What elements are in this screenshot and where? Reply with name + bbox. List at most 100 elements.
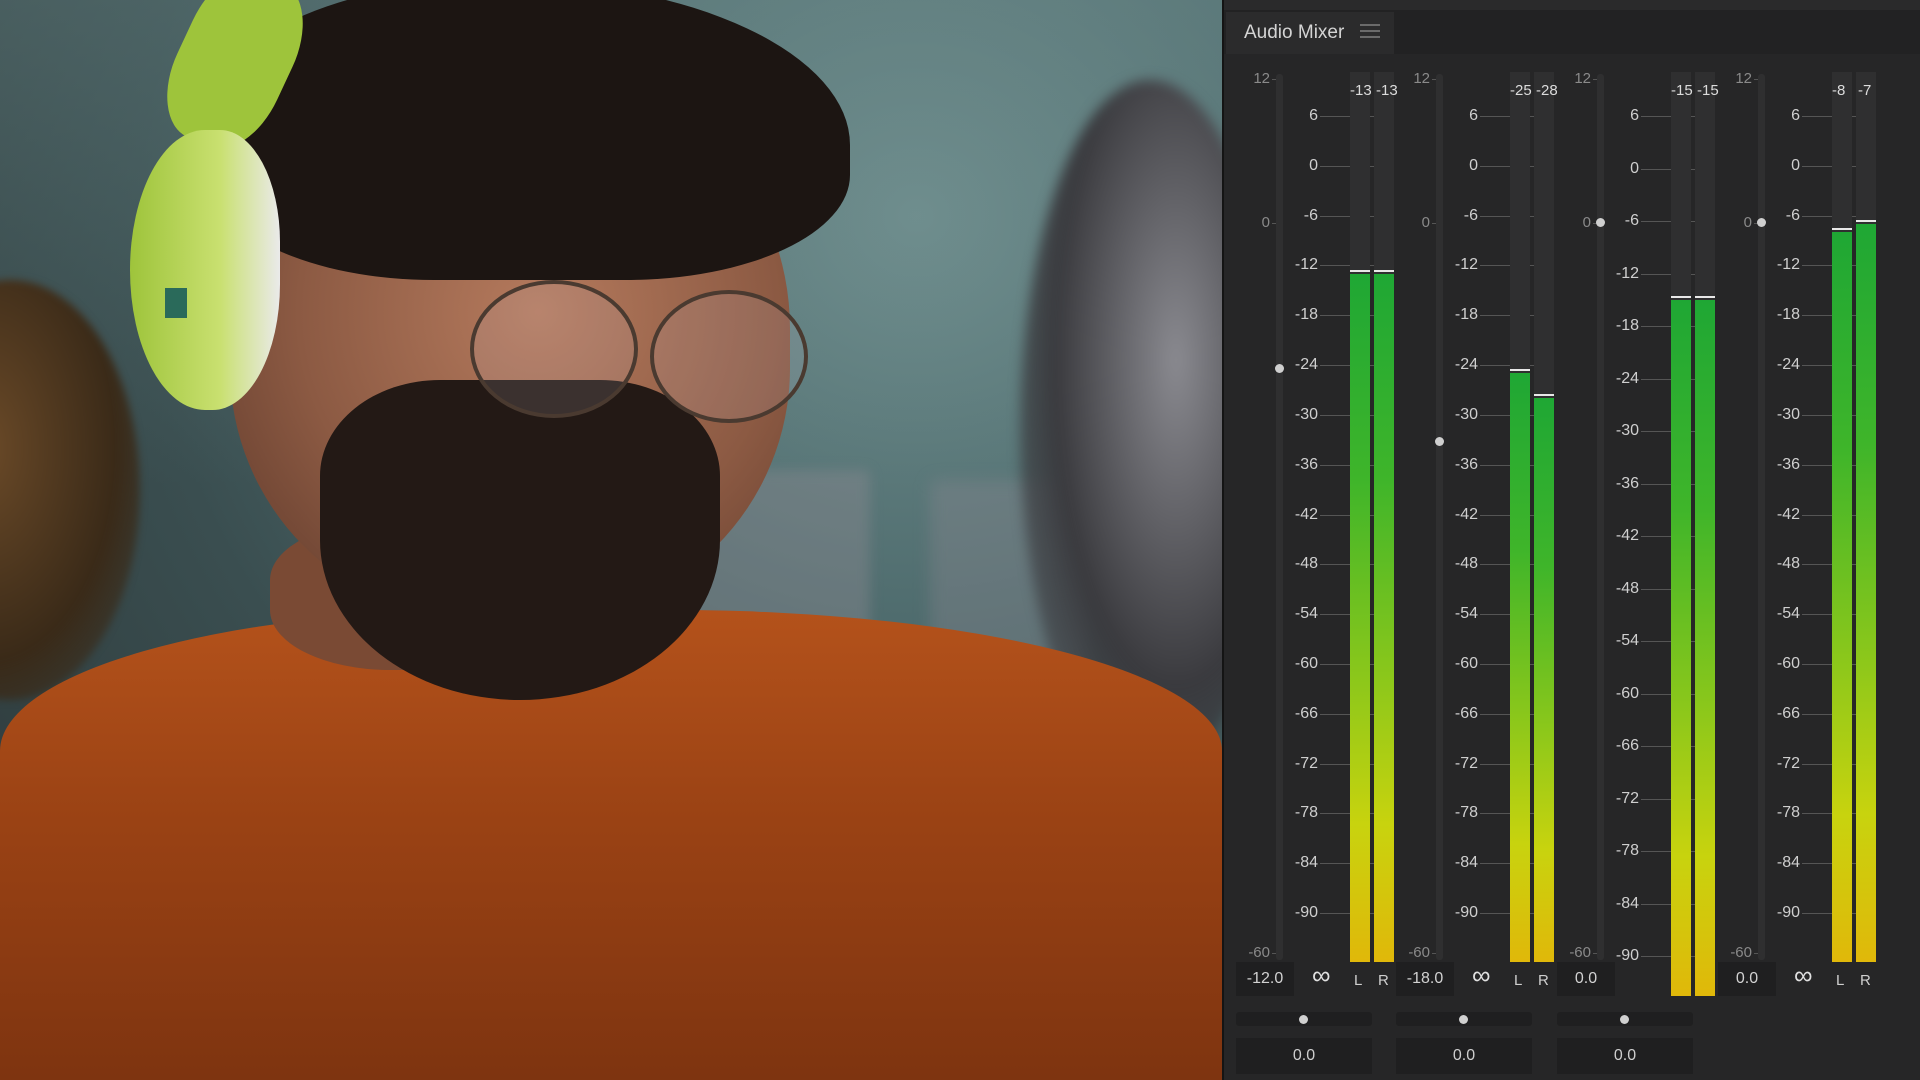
meter-scale-label: -24 [1776, 356, 1800, 374]
meter-scale-label: -42 [1776, 505, 1800, 523]
volume-fader-handle[interactable] [1596, 218, 1605, 227]
channel-label-l: L [1514, 972, 1523, 989]
pan-slider-handle[interactable] [1620, 1015, 1629, 1024]
meter-scale-label: 6 [1309, 107, 1318, 124]
meter-scale-label: -54 [1454, 605, 1478, 623]
glasses-lens [470, 280, 638, 418]
panel-title: Audio Mixer [1244, 22, 1345, 43]
meter-scale-label: -12 [1615, 264, 1639, 282]
meter-scale-label: -18 [1615, 317, 1639, 334]
meter-scale-label: -60 [1615, 684, 1639, 702]
meter-scale-label: -6 [1463, 206, 1478, 224]
meter-scale-label: -54 [1294, 605, 1318, 623]
meter-scale-label: -78 [1454, 804, 1478, 822]
meter-scale-label: -90 [1454, 904, 1478, 921]
peak-hold-line-l [1832, 228, 1852, 231]
meter-scale-label: -6 [1303, 206, 1318, 224]
level-meter-fill-l [1350, 273, 1370, 962]
meter-scale-label: -60 [1294, 654, 1318, 672]
meter-scale-label: 6 [1630, 107, 1639, 124]
headphone-cup [130, 130, 280, 410]
peak-hold-line-r [1856, 219, 1876, 222]
volume-fader-track[interactable] [1597, 74, 1604, 960]
channel-label-r: R [1378, 972, 1389, 989]
fader-scale-label: 12 [1574, 70, 1591, 87]
infinity-icon: ∞ [1312, 960, 1331, 990]
peak-hold-line-l [1350, 269, 1370, 272]
fader-scale-label: 0 [1261, 214, 1270, 231]
level-meter-fill-r [1534, 398, 1554, 962]
meter-scale-label: -72 [1294, 754, 1318, 772]
peak-hold-line-l [1671, 295, 1691, 298]
meter-scale-label: 0 [1469, 156, 1478, 174]
fader-scale-label: -60 [1248, 944, 1270, 961]
meter-scale-label: -84 [1615, 894, 1639, 912]
person-hair [210, 0, 850, 280]
meter-scale-label: -84 [1294, 854, 1318, 872]
peak-value-r: -7 [1858, 82, 1872, 99]
mixer-body [1224, 54, 1920, 1080]
meter-scale-label: 0 [1309, 156, 1318, 174]
fader-scale-label: -60 [1408, 944, 1430, 961]
meter-scale-label: -84 [1776, 854, 1800, 872]
track-gain-value[interactable]: -18.0 [1396, 962, 1454, 996]
fader-scale-label: 12 [1735, 70, 1752, 87]
volume-fader-handle[interactable] [1275, 364, 1284, 373]
pan-slider[interactable] [1557, 1012, 1693, 1026]
meter-scale-label: -54 [1615, 632, 1639, 649]
pan-value[interactable]: 0.0 [1396, 1038, 1532, 1074]
meter-scale-label: -18 [1294, 306, 1318, 324]
peak-hold-line-r [1374, 269, 1394, 272]
meter-scale-label: -42 [1615, 527, 1639, 544]
meter-scale-label: -48 [1776, 555, 1800, 573]
fader-scale-label: 12 [1413, 70, 1430, 87]
meter-scale-label: -36 [1294, 455, 1318, 473]
fader-scale-label: 0 [1743, 214, 1752, 231]
volume-fader-track[interactable] [1276, 74, 1283, 960]
meter-scale-label: -12 [1294, 256, 1318, 274]
channel-label-r: R [1538, 972, 1549, 989]
volume-fader-handle[interactable] [1435, 437, 1444, 446]
meter-scale-label: -30 [1454, 405, 1478, 423]
volume-fader-track[interactable] [1436, 74, 1443, 960]
peak-hold-line-r [1695, 295, 1715, 298]
meter-scale-label: -66 [1454, 704, 1478, 722]
hamburger-menu-icon[interactable] [1360, 24, 1380, 38]
meter-scale-label: -54 [1776, 605, 1800, 623]
meter-scale-label: -66 [1615, 737, 1639, 754]
level-meter-fill-r [1695, 299, 1715, 996]
channel-label-l: L [1354, 972, 1363, 989]
meter-scale-label: -36 [1454, 455, 1478, 473]
headphone-logo [165, 288, 187, 318]
level-meter-fill-r [1374, 273, 1394, 962]
meter-scale-label: -18 [1776, 306, 1800, 324]
track-gain-value[interactable]: -12.0 [1236, 962, 1294, 996]
pan-value[interactable]: 0.0 [1557, 1038, 1693, 1074]
infinity-icon: ∞ [1794, 960, 1813, 990]
meter-scale-label: -24 [1615, 369, 1639, 387]
meter-scale-label: -72 [1776, 754, 1800, 772]
meter-scale-label: 6 [1791, 107, 1800, 124]
track-gain-value[interactable]: 0.0 [1557, 962, 1615, 996]
peak-value-r: -28 [1536, 82, 1558, 99]
meter-scale-label: -36 [1776, 455, 1800, 473]
pan-slider-handle[interactable] [1459, 1015, 1468, 1024]
meter-scale-label: -48 [1454, 555, 1478, 573]
fader-scale-label: -60 [1569, 944, 1591, 961]
peak-value-l: -15 [1671, 82, 1693, 99]
volume-fader-handle[interactable] [1757, 218, 1766, 227]
meter-scale-label: -48 [1615, 579, 1639, 597]
pan-value[interactable]: 0.0 [1236, 1038, 1372, 1074]
peak-value-l: -8 [1832, 82, 1846, 99]
channel-label-l: L [1836, 972, 1845, 989]
pan-slider[interactable] [1236, 1012, 1372, 1026]
meter-scale-label: -48 [1294, 555, 1318, 573]
meter-scale-label: -90 [1294, 904, 1318, 921]
pan-slider-handle[interactable] [1299, 1015, 1308, 1024]
volume-fader-track[interactable] [1758, 74, 1765, 960]
pan-slider[interactable] [1396, 1012, 1532, 1026]
meter-scale-label: -66 [1294, 704, 1318, 722]
track-gain-value[interactable]: 0.0 [1718, 962, 1776, 996]
level-meter-fill-l [1832, 232, 1852, 962]
meter-scale-label: 6 [1469, 107, 1478, 124]
